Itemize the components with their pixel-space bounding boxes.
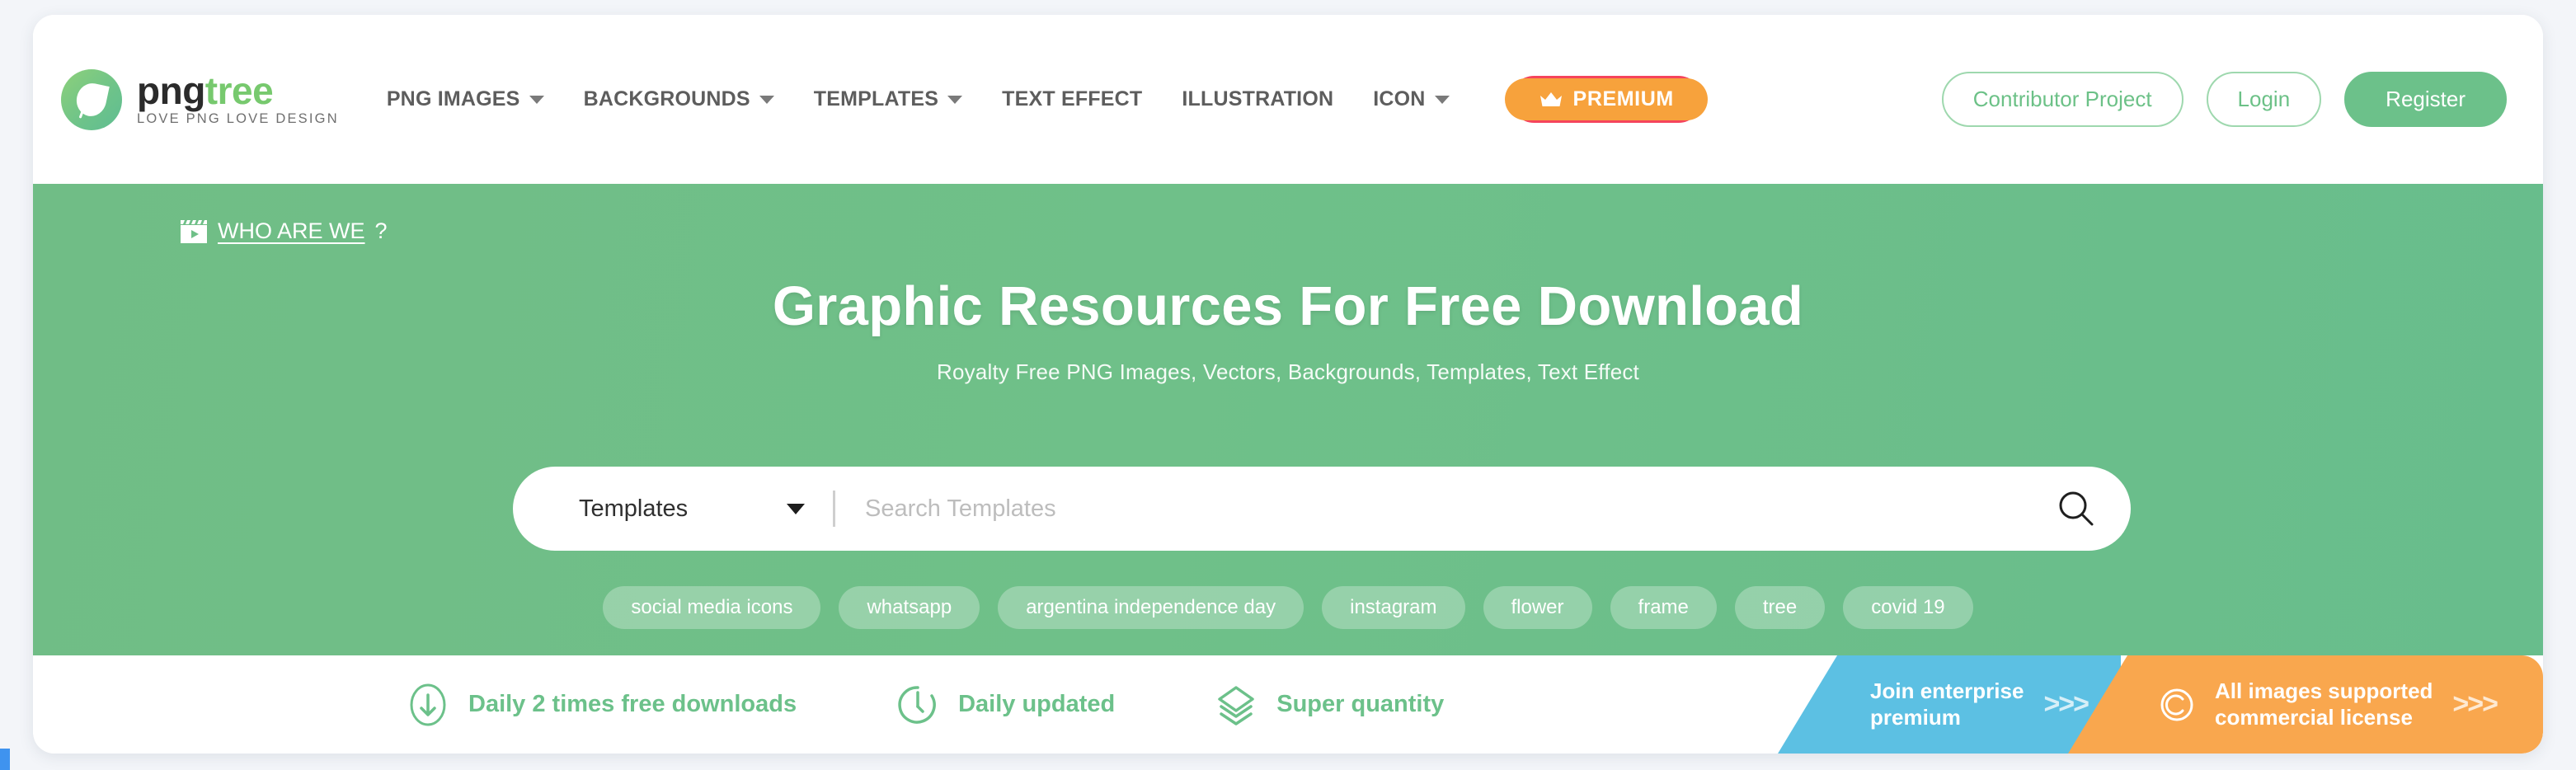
logo[interactable]: pngtree LOVE PNG LOVE DESIGN	[61, 68, 339, 130]
nav-item-backgrounds[interactable]: BACKGROUNDS	[584, 87, 774, 111]
feature-label: Daily updated	[958, 691, 1116, 717]
popular-tags: social media icons whatsapp argentina in…	[33, 586, 2543, 629]
nav-item-text-effect[interactable]: TEXT EFFECT	[1002, 87, 1142, 111]
feature-label: Super quantity	[1276, 691, 1445, 717]
chevrons-right-icon: >>>	[2043, 688, 2089, 720]
nav-label: ICON	[1373, 87, 1426, 110]
hero-section: WHO ARE WE ? Graphic Resources For Free …	[33, 184, 2543, 655]
clapperboard-icon	[181, 219, 207, 243]
nav-item-icon[interactable]: ICON	[1373, 87, 1450, 111]
download-circle-icon	[410, 683, 446, 725]
page-root: pngtree LOVE PNG LOVE DESIGN PNG IMAGES …	[0, 0, 2576, 770]
promo-label: All images supported commercial license	[2215, 678, 2433, 730]
nav-label: ILLUSTRATION	[1182, 87, 1334, 110]
chevron-down-icon	[759, 95, 774, 104]
nav-item-illustration[interactable]: ILLUSTRATION	[1182, 87, 1333, 111]
main-nav: PNG IMAGES BACKGROUNDS TEMPLATES TEXT EF…	[387, 76, 1709, 123]
logo-wordmark: pngtree	[137, 72, 339, 110]
promo-banners: Join enterprise premium >>> All images s…	[1778, 655, 2543, 754]
chevron-down-icon	[1434, 95, 1450, 104]
nav-label: PNG IMAGES	[386, 87, 520, 110]
tag-chip[interactable]: social media icons	[603, 586, 821, 629]
promo-commercial-license[interactable]: All images supported commercial license …	[2068, 655, 2543, 754]
who-are-we-link[interactable]: WHO ARE WE ?	[180, 218, 388, 244]
chevron-down-icon	[787, 503, 805, 514]
feature-daily-updated: Daily updated	[895, 683, 1115, 727]
feature-strip: Daily 2 times free downloads Daily updat…	[33, 655, 2543, 754]
search-category-value: Templates	[579, 495, 689, 522]
logo-word-tree: tree	[204, 69, 274, 112]
main-card: pngtree LOVE PNG LOVE DESIGN PNG IMAGES …	[33, 15, 2543, 754]
chevron-down-icon	[529, 95, 544, 104]
tag-chip[interactable]: argentina independence day	[998, 586, 1304, 629]
search-input[interactable]	[835, 495, 2022, 523]
contributor-project-button[interactable]: Contributor Project	[1941, 72, 2183, 127]
tag-chip[interactable]: covid 19	[1843, 586, 1973, 629]
search-icon	[2059, 491, 2094, 526]
nav-label: TEXT EFFECT	[1002, 87, 1143, 110]
tag-chip[interactable]: whatsapp	[839, 586, 980, 629]
logo-tagline: LOVE PNG LOVE DESIGN	[137, 111, 339, 126]
nav-item-png-images[interactable]: PNG IMAGES	[387, 87, 544, 111]
nav-label: BACKGROUNDS	[583, 87, 750, 110]
tag-chip[interactable]: tree	[1734, 586, 1826, 629]
hero-title: Graphic Resources For Free Download	[772, 275, 1804, 337]
tag-chip[interactable]: flower	[1483, 586, 1592, 629]
leaf-circle-logo-icon	[61, 68, 122, 130]
clock-icon	[898, 685, 936, 724]
layers-icon	[1218, 685, 1254, 725]
chevrons-right-icon: >>>	[2452, 688, 2498, 720]
promo-label: Join enterprise premium	[1870, 678, 2024, 730]
feature-daily-downloads: Daily 2 times free downloads	[406, 683, 797, 727]
hero-subtitle: Royalty Free PNG Images, Vectors, Backgr…	[937, 359, 1639, 384]
crown-icon	[1539, 92, 1562, 106]
promo-enterprise-premium[interactable]: Join enterprise premium >>>	[1778, 655, 2122, 754]
search-bar: Templates	[513, 467, 2131, 551]
nav-item-templates[interactable]: TEMPLATES	[813, 87, 963, 111]
chevron-down-icon	[947, 95, 963, 104]
site-header: pngtree LOVE PNG LOVE DESIGN PNG IMAGES …	[33, 15, 2543, 184]
nav-label: TEMPLATES	[813, 87, 939, 110]
who-are-we-label: WHO ARE WE	[218, 218, 365, 243]
logo-word-png: png	[137, 69, 205, 112]
register-button[interactable]: Register	[2344, 72, 2507, 127]
search-category-select[interactable]: Templates	[513, 495, 833, 523]
scroll-indicator[interactable]	[0, 749, 10, 770]
logo-text: pngtree LOVE PNG LOVE DESIGN	[137, 72, 339, 127]
header-actions: Contributor Project Login Register	[1941, 72, 2507, 127]
feature-label: Daily 2 times free downloads	[468, 691, 797, 717]
login-button[interactable]: Login	[2206, 72, 2322, 127]
copyright-icon	[2160, 688, 2193, 721]
who-are-we-question-mark: ?	[374, 218, 388, 243]
tag-chip[interactable]: instagram	[1322, 586, 1465, 629]
premium-label: PREMIUM	[1572, 87, 1674, 110]
premium-button[interactable]: PREMIUM	[1504, 76, 1709, 123]
tag-chip[interactable]: frame	[1610, 586, 1717, 629]
feature-super-quantity: Super quantity	[1214, 683, 1444, 727]
search-submit-button[interactable]	[2022, 488, 2131, 529]
